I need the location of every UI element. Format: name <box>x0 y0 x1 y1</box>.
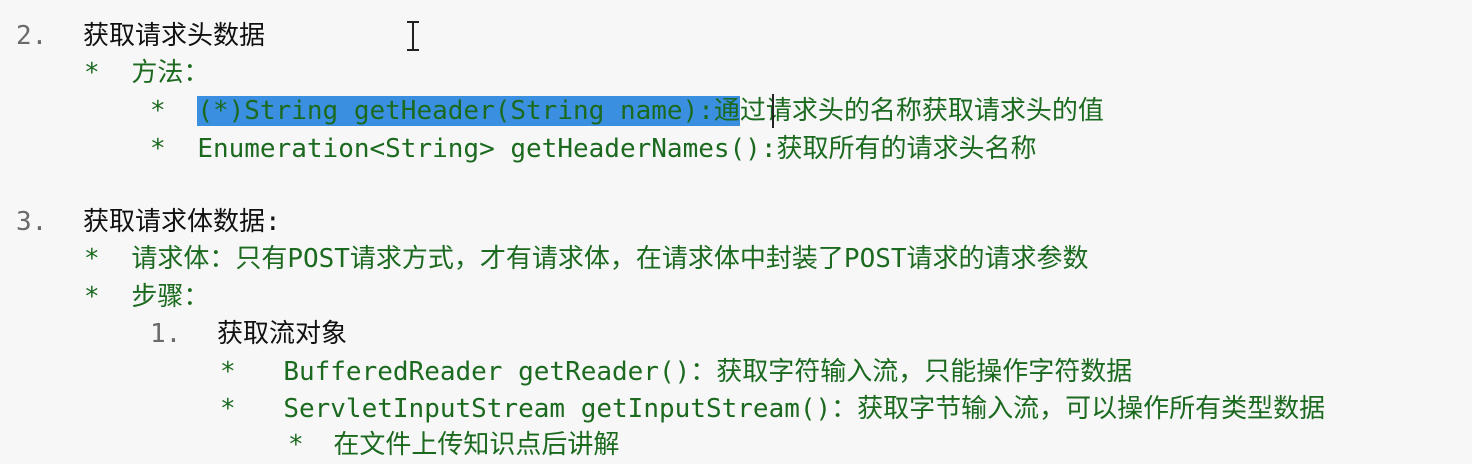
method-item-get-header-names[interactable]: * Enumeration<String> getHeaderNames():获… <box>150 133 1037 165</box>
steps-label: 步骤： <box>131 282 210 312</box>
upload-note-text: 在文件上传知识点后讲解 <box>333 430 620 460</box>
upload-note-bullet: * <box>288 430 304 460</box>
section-3-title: 获取请求体数据: <box>82 207 281 237</box>
method-bullet: * <box>84 58 100 88</box>
method-heading: * 方法： <box>84 57 209 89</box>
upload-note: * 在文件上传知识点后讲解 <box>288 429 619 461</box>
method-item-bullet: * <box>150 134 166 164</box>
section-2-number: 2. <box>16 21 48 51</box>
document-page: { "section2": { "num": "2.", "title": "获… <box>0 0 1472 464</box>
stream-item-get-input-stream: * ServletInputStream getInputStream()：获取… <box>220 393 1325 425</box>
stream-item-bullet: * <box>220 357 236 387</box>
method-item-get-header[interactable]: * (*)String getHeader(String name):通过请求头… <box>150 95 1104 127</box>
selected-text[interactable]: (*)String getHeader(String name):通 <box>197 96 740 126</box>
section-3-heading: 3. 获取请求体数据: <box>16 206 281 238</box>
section-3-number: 3. <box>16 207 48 237</box>
request-body-bullet: * <box>84 244 100 274</box>
step-1-heading: 1. 获取流对象 <box>150 318 347 350</box>
step-1-title: 获取流对象 <box>216 319 347 349</box>
text-cursor-icon <box>406 20 420 54</box>
step-1-number: 1. <box>150 319 182 349</box>
request-body-line: * 请求体：只有POST请求方式，才有请求体，在请求体中封装了POST请求的请求… <box>84 243 1089 275</box>
stream-item-text: ServletInputStream getInputStream()：获取字节… <box>283 394 1326 424</box>
selection-cursor <box>772 94 774 128</box>
method-item-bullet: * <box>150 96 166 126</box>
steps-bullet: * <box>84 282 100 312</box>
method-item-rest: 过请求头的名称获取请求头的值 <box>739 96 1104 126</box>
stream-item-bullet: * <box>220 394 236 424</box>
method-item-text: Enumeration<String> getHeaderNames():获取所… <box>197 134 1037 164</box>
section-2-heading: 2. 获取请求头数据 <box>16 20 265 52</box>
stream-item-get-reader: * BufferedReader getReader()：获取字符输入流，只能操… <box>220 356 1132 388</box>
section-2-title: 获取请求头数据 <box>82 21 265 51</box>
method-label: 方法： <box>131 58 210 88</box>
steps-heading: * 步骤： <box>84 281 209 313</box>
stream-item-text: BufferedReader getReader()：获取字符输入流，只能操作字… <box>283 357 1133 387</box>
request-body-text: 请求体：只有POST请求方式，才有请求体，在请求体中封装了POST请求的请求参数 <box>131 244 1089 274</box>
